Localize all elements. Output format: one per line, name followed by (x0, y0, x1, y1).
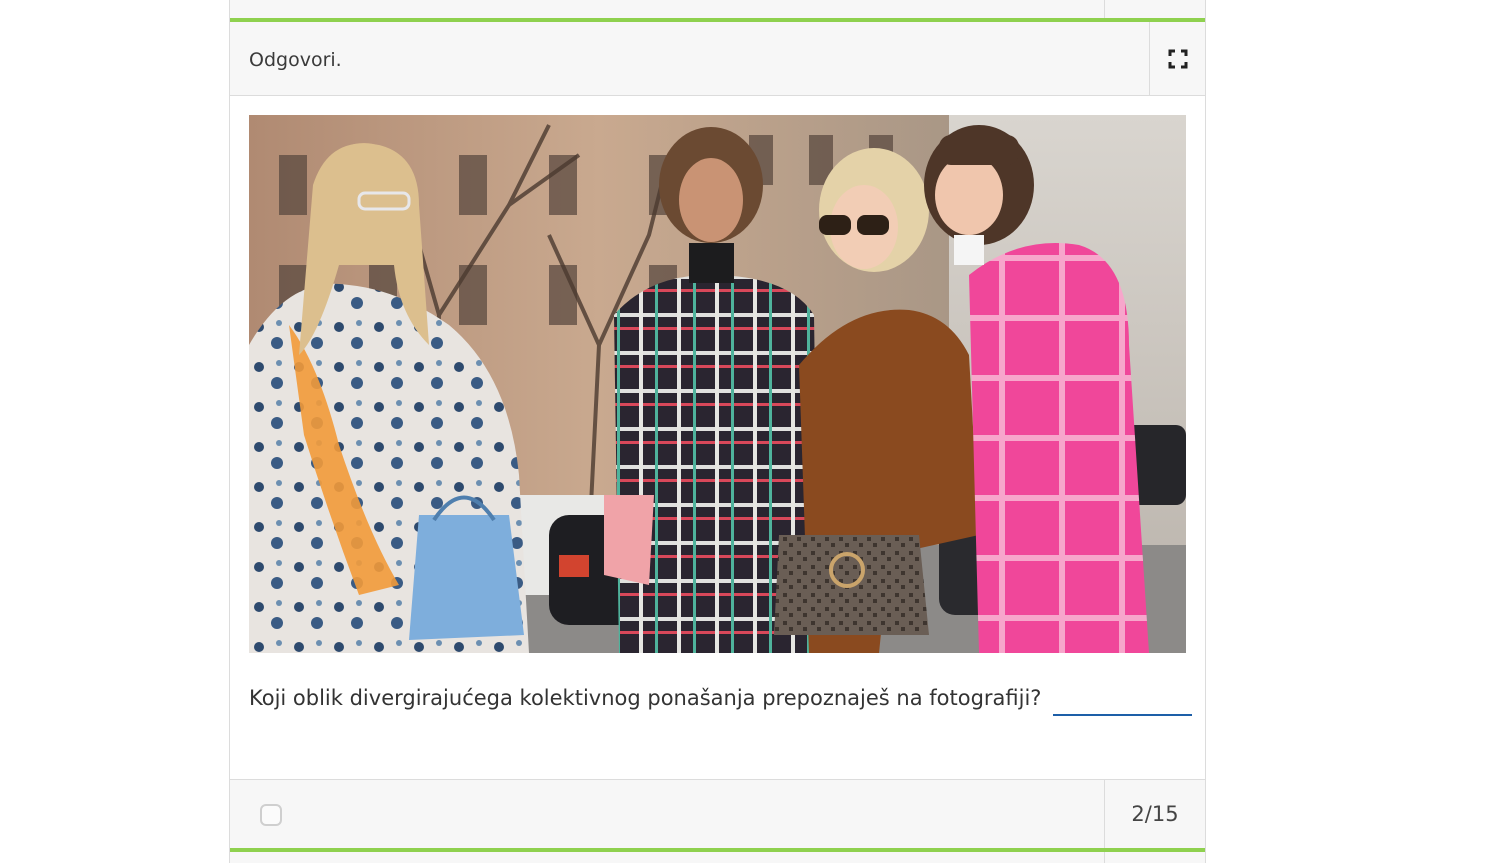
question-text: Koji oblik divergirajućega kolektivnog p… (249, 686, 1042, 710)
question-header: Odgovori. (230, 22, 1205, 96)
next-card-header (230, 852, 1205, 863)
expand-button[interactable] (1149, 22, 1205, 95)
question-card: Odgovori. Koji oblik divergirajućega kol… (229, 0, 1206, 863)
previous-card-footer (230, 0, 1205, 18)
page-counter: 2/15 (1131, 802, 1179, 826)
expand-fullscreen-icon (1168, 49, 1187, 68)
street-fashion-photo (249, 115, 1186, 653)
answer-input[interactable] (1053, 688, 1193, 716)
question-content: Koji oblik divergirajućega kolektivnog p… (230, 96, 1205, 779)
instruction-text: Odgovori. (249, 49, 342, 71)
question-row: Koji oblik divergirajućega kolektivnog p… (249, 686, 1193, 716)
divider (1104, 852, 1105, 863)
mark-question-checkbox[interactable] (260, 804, 282, 826)
divider (1104, 0, 1105, 18)
question-footer: 2/15 (230, 779, 1205, 848)
